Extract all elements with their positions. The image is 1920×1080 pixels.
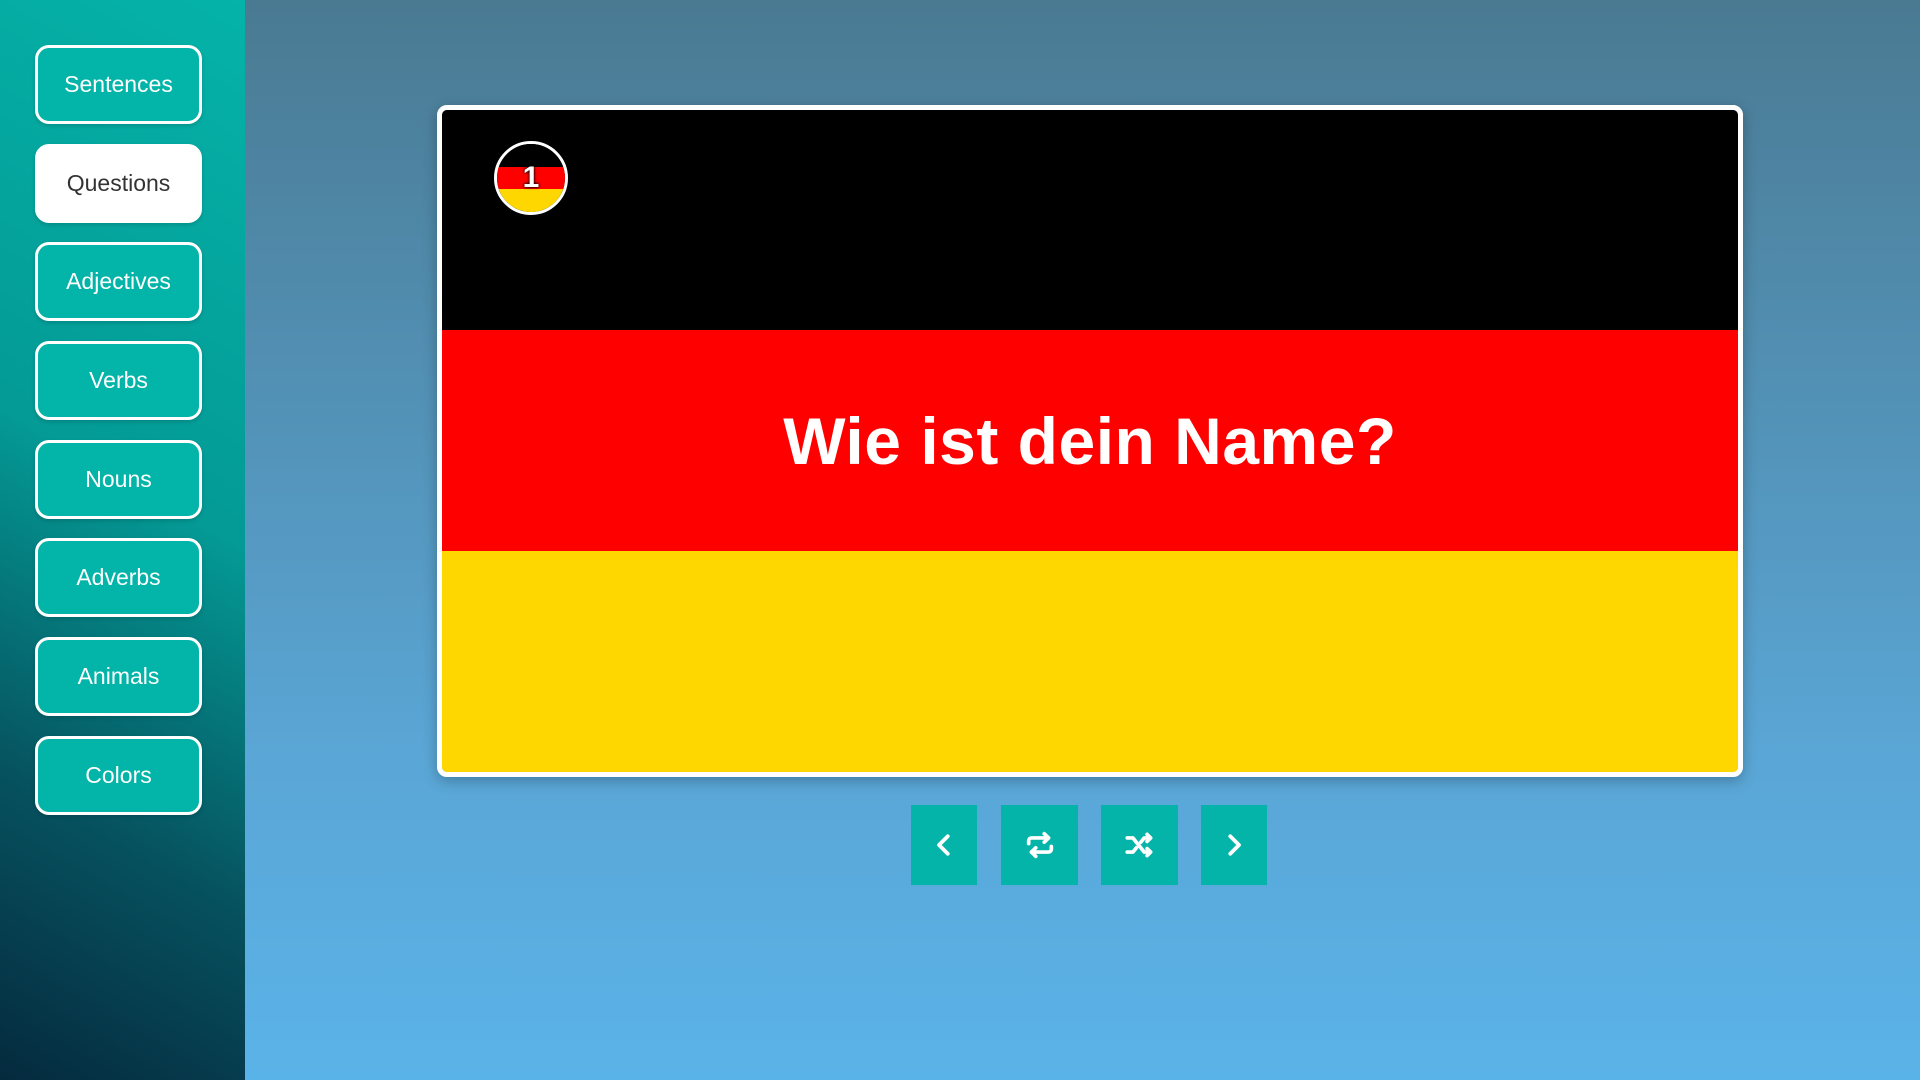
- flag-stripe-gold: [442, 551, 1738, 772]
- previous-button[interactable]: [911, 805, 977, 885]
- nav-item-colors[interactable]: Colors: [35, 735, 202, 815]
- flashcard[interactable]: 1 Wie ist dein Name?: [437, 105, 1743, 777]
- flag-stripe-black: [442, 110, 1738, 330]
- next-button[interactable]: [1201, 805, 1267, 885]
- category-nav: Sentences Questions Adjectives Verbs Nou…: [35, 45, 202, 835]
- nav-item-sentences[interactable]: Sentences: [35, 45, 202, 124]
- shuffle-button[interactable]: [1101, 805, 1178, 885]
- nav-item-animals[interactable]: Animals: [35, 637, 202, 717]
- chevron-right-icon: [1228, 834, 1241, 856]
- chevron-left-icon: [937, 834, 950, 856]
- card-phrase: Wie ist dein Name?: [783, 403, 1397, 478]
- nav-item-questions[interactable]: Questions: [35, 143, 202, 223]
- card-number: 1: [522, 161, 540, 194]
- nav-item-adverbs[interactable]: Adverbs: [35, 538, 202, 618]
- sidebar: Sentences Questions Adjectives Verbs Nou…: [0, 0, 245, 1080]
- nav-item-adjectives[interactable]: Adjectives: [35, 242, 202, 322]
- nav-item-nouns[interactable]: Nouns: [35, 439, 202, 519]
- nav-item-verbs[interactable]: Verbs: [35, 341, 202, 421]
- card-number-badge: 1: [494, 141, 568, 215]
- repeat-icon: [1026, 831, 1053, 859]
- repeat-button[interactable]: [1001, 805, 1078, 885]
- shuffle-icon: [1124, 832, 1152, 858]
